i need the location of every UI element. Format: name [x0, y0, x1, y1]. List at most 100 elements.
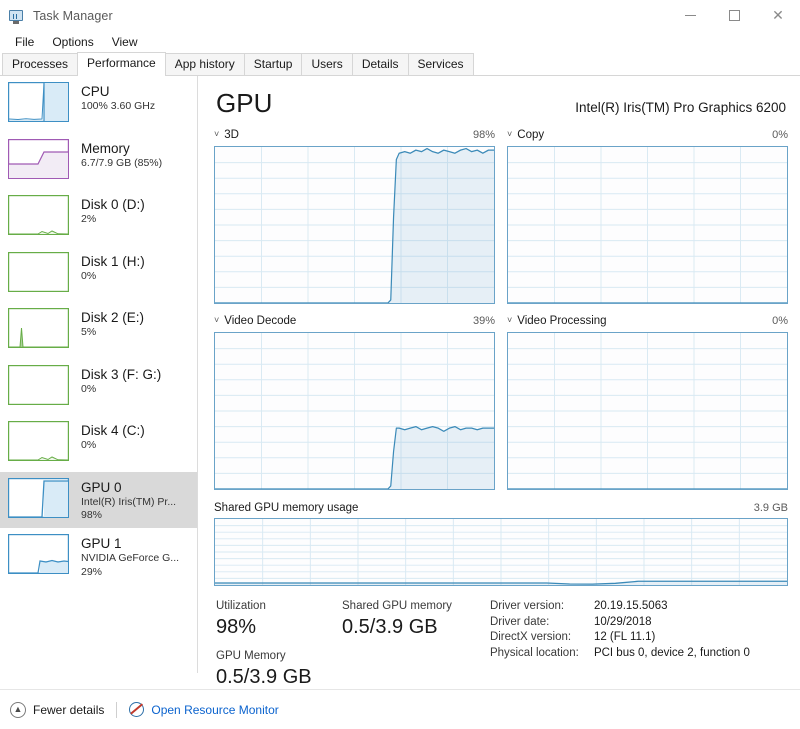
status-bar: ▲ Fewer details Open Resource Monitor	[0, 689, 800, 729]
tab-details[interactable]: Details	[351, 53, 409, 75]
tab-app-history[interactable]: App history	[164, 53, 245, 75]
tab-users[interactable]: Users	[301, 53, 353, 75]
sidebar-item-disk-0-d[interactable]: Disk 0 (D:) 2%	[0, 189, 197, 246]
tab-processes[interactable]: Processes	[2, 53, 79, 75]
menu-item-view[interactable]: View	[103, 33, 147, 51]
graph-value-copy: 0%	[772, 129, 788, 141]
close-icon: ✕	[772, 7, 784, 24]
graph-video-decode	[214, 332, 495, 490]
driver-info-value: PCI bus 0, device 2, function 0	[593, 646, 750, 659]
graph-row-bottom: ˅ Video Decode 39% ˅ Video Processing 0%	[214, 313, 788, 490]
sidebar-item-disk-2-e[interactable]: Disk 2 (E:) 5%	[0, 302, 197, 359]
graph-shared-memory	[214, 518, 788, 586]
menu-item-options[interactable]: Options	[43, 33, 102, 51]
graph-cell-copy: ˅ Copy 0%	[507, 127, 788, 304]
open-resource-monitor-button[interactable]: Open Resource Monitor	[129, 702, 279, 717]
stat-value-shared-gpu-memory: 0.5/3.9 GB	[342, 616, 438, 638]
tab-startup[interactable]: Startup	[243, 53, 303, 75]
sidebar-thumbnail	[8, 138, 69, 179]
graph-3d	[214, 146, 495, 304]
content-area: CPU 100% 3.60 GHz Memory 6.7/7.9 GB (85%) …	[0, 76, 800, 688]
maximize-icon	[728, 10, 740, 21]
sidebar-item-disk-3-f-g[interactable]: Disk 3 (F: G:) 0%	[0, 359, 197, 416]
graph-cell-3d: ˅ 3D 98%	[214, 127, 495, 304]
graph-label-video-decode[interactable]: ˅ Video Decode	[214, 315, 296, 327]
sidebar-thumbnail	[8, 364, 69, 405]
sidebar-item-sub: NVIDIA GeForce G...	[81, 552, 180, 564]
graph-value-3d: 98%	[472, 129, 495, 141]
driver-info-key: DirectX version:	[489, 631, 572, 643]
driver-info-table: Driver version: 20.19.15.5063 Driver date…	[490, 599, 750, 690]
sidebar-item-text: Disk 3 (F: G:) 0%	[81, 365, 161, 397]
fewer-details-label: Fewer details	[33, 702, 105, 717]
sidebar-item-disk-1-h[interactable]: Disk 1 (H:) 0%	[0, 246, 197, 303]
driver-info-key: Driver date:	[489, 615, 550, 628]
task-manager-icon	[8, 8, 24, 24]
status-separator	[116, 701, 118, 718]
sidebar-item-sub: 5%	[81, 326, 97, 338]
sidebar-thumbnail	[8, 82, 69, 122]
sidebar-item-label: Disk 1 (H:)	[81, 253, 145, 269]
tab-performance[interactable]: Performance	[77, 52, 166, 76]
graph-shared-memory-svg	[215, 519, 787, 585]
sidebar-item-sub: 0%	[81, 269, 97, 282]
graph-cell-video-decode: ˅ Video Decode 39%	[214, 313, 495, 490]
sidebar-thumbnail	[8, 251, 69, 292]
window-title: Task Manager	[33, 8, 113, 23]
graph-row-top: ˅ 3D 98% ˅ Copy 0%	[214, 127, 788, 304]
sidebar-thumbnail	[8, 534, 69, 574]
sidebar-item-sub: 2%	[81, 213, 97, 225]
graph-name-copy: Copy	[517, 129, 545, 141]
sidebar-item-gpu-0[interactable]: GPU 0 Intel(R) Iris(TM) Pr... 98%	[0, 471, 197, 528]
sidebar-item-label: Disk 3 (F: G:)	[81, 366, 162, 382]
graph-video-processing-svg	[508, 333, 787, 489]
page-title: GPU	[216, 88, 273, 118]
minimize-icon	[684, 15, 696, 16]
sidebar-item-gpu-1[interactable]: GPU 1 NVIDIA GeForce G... 29%	[0, 528, 197, 585]
sidebar-item-disk-4-c[interactable]: Disk 4 (C:) 0%	[0, 415, 197, 472]
graph-header-copy: ˅ Copy 0%	[507, 127, 788, 143]
graph-copy	[507, 146, 788, 304]
sidebar-item-sub2: 29%	[81, 565, 103, 578]
graph-label-3d[interactable]: ˅ 3D	[214, 129, 239, 141]
graph-label-video-processing[interactable]: ˅ Video Processing	[507, 315, 607, 327]
sidebar-item-label: Disk 2 (E:)	[81, 310, 145, 325]
sidebar-item-text: Disk 0 (D:) 2%	[81, 195, 145, 227]
sidebar-item-label: Disk 0 (D:)	[81, 197, 145, 212]
sidebar-item-label: GPU 1	[81, 536, 122, 551]
menu-item-file[interactable]: File	[6, 33, 43, 51]
graph-label-copy[interactable]: ˅ Copy	[507, 129, 544, 141]
fewer-details-button[interactable]: ▲ Fewer details	[10, 701, 105, 718]
minimize-button[interactable]	[668, 0, 712, 31]
sidebar-item-memory[interactable]: Memory 6.7/7.9 GB (85%)	[0, 133, 197, 190]
close-button[interactable]: ✕	[756, 0, 800, 31]
stat-shared-gpu-memory: Shared GPU memory 0.5/3.9 GB	[342, 598, 452, 690]
stats-area: Utilization 98% GPU Memory 0.5/3.9 GB Sh…	[214, 598, 788, 690]
sidebar-item-label: GPU 0	[81, 479, 122, 495]
sidebar-item-sub2: 98%	[81, 509, 103, 521]
driver-info-value: 12 (FL 11.1)	[593, 631, 656, 643]
graph-video-decode-svg	[215, 333, 494, 489]
sidebar-thumbnail	[8, 195, 69, 235]
sidebar-item-sub: 6.7/7.9 GB (85%)	[81, 156, 163, 169]
tab-strip: Processes Performance App history Startu…	[0, 52, 800, 76]
sidebar-item-sub: 0%	[81, 439, 97, 451]
graph-header-video-decode: ˅ Video Decode 39%	[214, 313, 495, 329]
shared-memory-header: Shared GPU memory usage 3.9 GB	[214, 500, 788, 515]
chevron-down-icon[interactable]: ˅	[214, 129, 219, 139]
sidebar-item-label: Disk 4 (C:)	[81, 423, 145, 438]
sidebar-item-cpu[interactable]: CPU 100% 3.60 GHz	[0, 76, 197, 133]
stat-label-gpu-memory: GPU Memory	[216, 650, 286, 662]
graph-video-processing	[507, 332, 788, 490]
chevron-down-icon[interactable]: ˅	[507, 315, 512, 325]
driver-info-value: 20.19.15.5063	[593, 600, 668, 612]
graph-value-video-processing: 0%	[772, 315, 788, 327]
sidebar-thumbnail	[8, 421, 69, 461]
chevron-down-icon[interactable]: ˅	[214, 315, 219, 325]
tab-services[interactable]: Services	[407, 53, 474, 75]
chevron-down-icon[interactable]: ˅	[507, 129, 512, 139]
stat-label-utilization: Utilization	[216, 600, 266, 612]
driver-info-value: 10/29/2018	[593, 615, 652, 628]
sidebar-item-text: Disk 2 (E:) 5%	[81, 308, 144, 340]
maximize-button[interactable]	[712, 0, 756, 31]
